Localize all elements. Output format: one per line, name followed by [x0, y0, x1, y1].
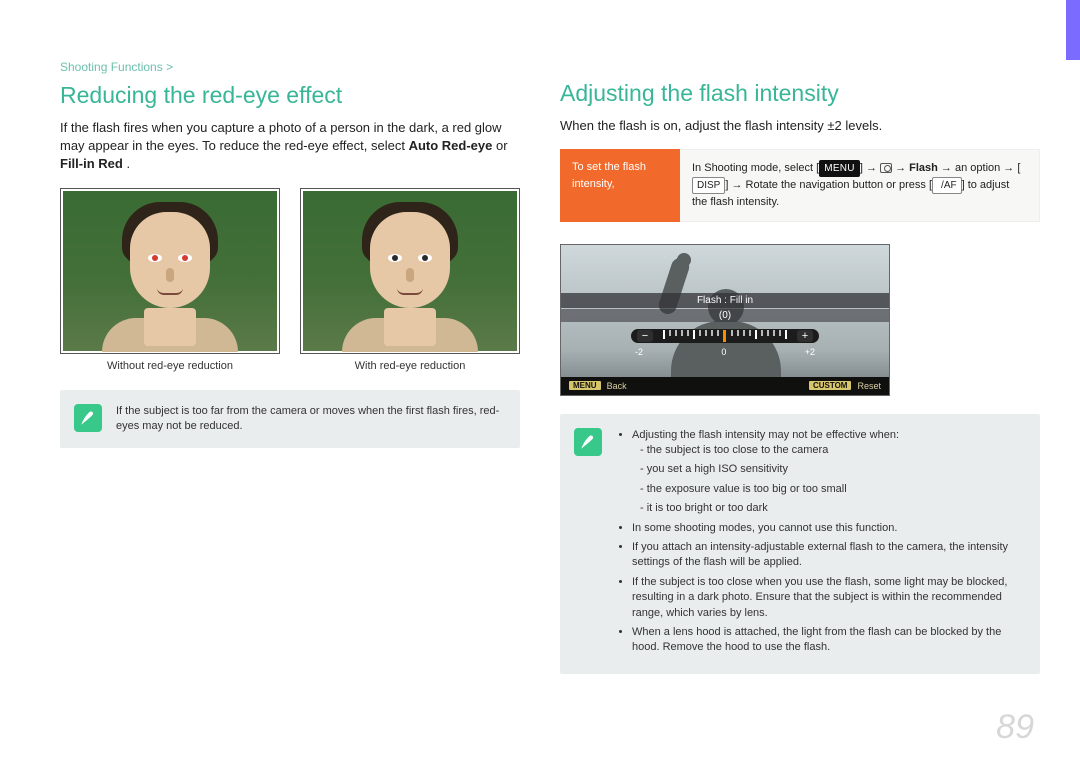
slider-ticks: -2 0 +2 — [631, 347, 819, 357]
lcd-title: Flash : Fill in — [561, 293, 889, 308]
photo-frame — [300, 188, 520, 354]
tick-neg: -2 — [635, 347, 643, 357]
tick-zero: 0 — [721, 347, 726, 357]
tick-pos: +2 — [805, 347, 815, 357]
slider-dots — [653, 330, 797, 342]
inst-pre: In Shooting mode, select [ — [692, 162, 819, 174]
redeye-mid: or — [496, 138, 508, 153]
note-subitem: the exposure value is too big or too sma… — [640, 482, 1026, 497]
inst-d: ] → Rotate the navigation button or pres… — [725, 179, 932, 191]
disp-button-icon: DISP — [692, 177, 725, 194]
note-subitem: it is too bright or too dark — [640, 501, 1026, 516]
page-number: 89 — [996, 708, 1034, 747]
slider-bar: − + — [631, 329, 819, 343]
footer-reset: Reset — [857, 381, 881, 391]
camera-icon — [880, 163, 892, 173]
footer-back: Back — [607, 381, 627, 391]
inst-c: → an option → [ — [938, 162, 1021, 174]
caption-without: Without red-eye reduction — [60, 360, 280, 372]
note-item: If the subject is too close when you use… — [632, 575, 1026, 621]
lcd-slider: − + -2 0 +2 — [631, 329, 819, 357]
redeye-intro: If the flash fires when you capture a ph… — [60, 119, 520, 174]
inst-flash: Flash — [909, 162, 938, 174]
photo-normal — [303, 191, 517, 351]
photo-without: Without red-eye reduction — [60, 188, 280, 372]
menu-button-icon: MENU — [819, 160, 860, 177]
instruction-label: To set the flash intensity, — [560, 149, 680, 222]
lcd: Flash : Fill in (0) − + — [561, 245, 889, 395]
af-button-icon: /AF — [932, 177, 962, 194]
intensity-intro: When the flash is on, adjust the flash i… — [560, 117, 1040, 135]
note-intensity: Adjusting the flash intensity may not be… — [560, 414, 1040, 674]
right-column: Adjusting the flash intensity When the f… — [560, 60, 1040, 674]
custom-tag: CUSTOM — [809, 381, 852, 390]
lcd-value: (0) — [561, 309, 889, 322]
face-illustration — [110, 196, 230, 346]
note-sublist: the subject is too close to the camera y… — [632, 443, 1026, 517]
note-list: Adjusting the flash intensity may not be… — [616, 428, 1026, 660]
note1: Adjusting the flash intensity may not be… — [632, 429, 899, 441]
section-tab — [1066, 0, 1080, 60]
face-illustration — [350, 196, 470, 346]
slider-plus-icon: + — [797, 330, 813, 342]
redeye-bold2: Fill-in Red — [60, 156, 123, 171]
left-column: Shooting Functions > Reducing the red-ey… — [60, 60, 520, 674]
pen-icon — [74, 404, 102, 432]
instruction-body: In Shooting mode, select [MENU] → → Flas… — [680, 149, 1040, 222]
note-item: In some shooting modes, you cannot use t… — [632, 521, 1026, 536]
page: Shooting Functions > Reducing the red-ey… — [0, 0, 1080, 704]
note-item: When a lens hood is attached, the light … — [632, 625, 1026, 656]
heading-intensity: Adjusting the flash intensity — [560, 80, 1040, 107]
pen-icon — [574, 428, 602, 456]
note-item: Adjusting the flash intensity may not be… — [632, 428, 1026, 517]
instruction-row: To set the flash intensity, In Shooting … — [560, 149, 1040, 222]
photo-redeye — [63, 191, 277, 351]
note-redeye-text: If the subject is too far from the camer… — [116, 404, 506, 435]
redeye-end: . — [126, 156, 130, 171]
photo-pair: Without red-eye reduction With red-e — [60, 188, 520, 372]
photo-frame — [60, 188, 280, 354]
heading-redeye: Reducing the red-eye effect — [60, 82, 520, 109]
note-item: If you attach an intensity-adjustable ex… — [632, 540, 1026, 571]
note-redeye: If the subject is too far from the camer… — [60, 390, 520, 449]
note-subitem: the subject is too close to the camera — [640, 443, 1026, 458]
redeye-bold1: Auto Red-eye — [409, 138, 493, 153]
silhouette — [641, 255, 811, 395]
lcd-screenshot: Flash : Fill in (0) − + — [560, 244, 890, 396]
note-subitem: you set a high ISO sensitivity — [640, 462, 1026, 477]
caption-with: With red-eye reduction — [300, 360, 520, 372]
lcd-footer: MENU Back CUSTOM Reset — [561, 377, 889, 395]
menu-tag: MENU — [569, 381, 601, 390]
photo-with: With red-eye reduction — [300, 188, 520, 372]
breadcrumb: Shooting Functions > — [60, 60, 520, 74]
slider-minus-icon: − — [637, 330, 653, 342]
inst-a: ] → — [860, 162, 880, 174]
inst-b: → — [892, 162, 909, 174]
